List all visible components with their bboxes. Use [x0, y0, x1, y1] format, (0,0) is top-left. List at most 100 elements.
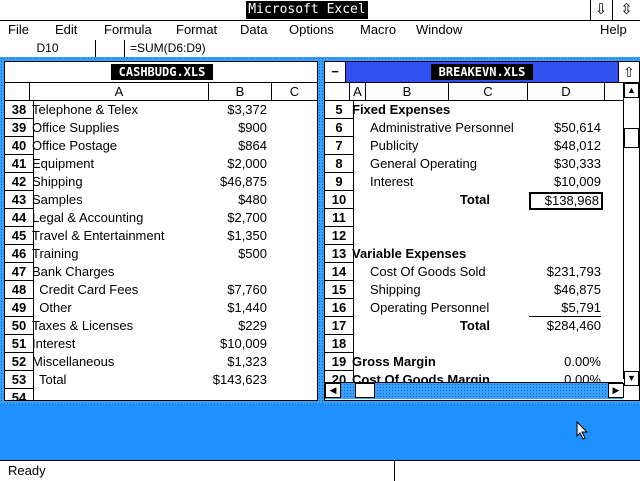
cell-d[interactable]: 0.00% [529, 353, 601, 371]
cell-d[interactable] [529, 245, 601, 263]
row-header[interactable]: 10 [325, 191, 354, 209]
cell-value[interactable]: $900 [209, 119, 267, 137]
cell-value[interactable]: $7,760 [209, 281, 267, 299]
cell-label[interactable]: Samples [32, 191, 207, 209]
menu-data[interactable]: Data [240, 21, 267, 40]
menu-edit[interactable]: Edit [55, 21, 77, 40]
menu-window[interactable]: Window [416, 21, 462, 40]
cell-d[interactable]: $46,875 [529, 281, 601, 299]
cell-label[interactable]: Interest [32, 335, 207, 353]
cell-c[interactable] [449, 155, 490, 173]
menu-formula[interactable]: Formula [104, 21, 152, 40]
cell-c[interactable] [449, 245, 490, 263]
row-header[interactable]: 40 [5, 137, 34, 155]
cell-c[interactable]: Total [449, 191, 490, 209]
cell-d[interactable] [529, 335, 601, 353]
cell-d[interactable]: $30,333 [529, 155, 601, 173]
cell-value[interactable]: $1,440 [209, 299, 267, 317]
cell-c[interactable] [449, 299, 490, 317]
cell-label[interactable]: Taxes & Licenses [32, 317, 207, 335]
cell-d[interactable]: $284,460 [529, 317, 601, 335]
cell-value[interactable] [209, 263, 267, 281]
cell-c[interactable] [449, 137, 490, 155]
row-header[interactable]: 42 [5, 173, 34, 191]
row-header[interactable]: 16 [325, 299, 354, 317]
cell-value[interactable]: $1,350 [209, 227, 267, 245]
cell-label[interactable]: Credit Card Fees [32, 281, 207, 299]
formula-input[interactable]: =SUM(D6:D9) [130, 40, 206, 57]
cell-c[interactable] [449, 173, 490, 191]
cashbudg-window[interactable]: CASHBUDG.XLS A B C 38 Telephone & Telex $3… [4, 61, 318, 401]
cell-c[interactable] [449, 353, 490, 371]
row-header[interactable]: 17 [325, 317, 354, 335]
cell-value[interactable]: $3,372 [209, 101, 267, 119]
row-header[interactable]: 41 [5, 155, 34, 173]
row-header[interactable]: 45 [5, 227, 34, 245]
scroll-left-icon[interactable]: ◀ [325, 383, 341, 398]
column-header-c[interactable]: C [272, 83, 317, 100]
cell-c[interactable] [449, 335, 490, 353]
cell-value[interactable]: $864 [209, 137, 267, 155]
cell-d[interactable] [529, 101, 601, 119]
scroll-thumb[interactable] [624, 128, 639, 148]
cell-label[interactable]: Shipping [32, 173, 207, 191]
cell-d[interactable]: $138,968 [529, 192, 603, 210]
row-header[interactable]: 9 [325, 173, 354, 191]
scroll-up-icon[interactable]: ▲ [624, 83, 639, 98]
menu-file[interactable]: File [8, 21, 29, 40]
column-header-b[interactable]: B [209, 83, 272, 100]
restore-icon[interactable]: ⇳ [612, 0, 640, 20]
cell-reference-box[interactable]: D10 [0, 40, 96, 57]
cell-value[interactable]: $143,623 [209, 371, 267, 389]
row-header[interactable]: 7 [325, 137, 354, 155]
cell-d[interactable]: $231,793 [529, 263, 601, 281]
cell-d[interactable]: $5,791 [529, 299, 601, 317]
menu-help[interactable]: Help [600, 21, 627, 40]
cell-label[interactable]: Legal & Accounting [32, 209, 207, 227]
cell-label[interactable] [32, 389, 207, 400]
cell-value[interactable]: $2,000 [209, 155, 267, 173]
cell-c[interactable] [449, 119, 490, 137]
row-header[interactable]: 15 [325, 281, 354, 299]
cell-label[interactable]: Equipment [32, 155, 207, 173]
cell-label[interactable]: Travel & Entertainment [32, 227, 207, 245]
row-header[interactable]: 54 [5, 389, 34, 400]
scroll-thumb-horizontal[interactable] [355, 383, 375, 398]
breakevn-title-bar[interactable]: − BREAKEVN.XLS ⇧ [325, 62, 639, 83]
row-header[interactable]: 50 [5, 317, 34, 335]
cell-label[interactable]: Office Postage [32, 137, 207, 155]
cell-value[interactable]: $46,875 [209, 173, 267, 191]
cell-c[interactable] [449, 101, 490, 119]
cell-value[interactable]: $1,323 [209, 353, 267, 371]
row-header[interactable]: 53 [5, 371, 34, 389]
scroll-down-icon[interactable]: ▼ [624, 371, 639, 386]
cell-label[interactable]: Telephone & Telex [32, 101, 207, 119]
window-control-menu-icon[interactable]: − [325, 62, 346, 82]
row-header[interactable]: 39 [5, 119, 34, 137]
minimize-icon[interactable]: ⇩ [590, 0, 611, 20]
row-header[interactable]: 43 [5, 191, 34, 209]
cell-value[interactable]: $480 [209, 191, 267, 209]
column-header-d[interactable]: D [528, 83, 605, 100]
column-header-a[interactable]: A [350, 83, 366, 100]
cell-value[interactable] [209, 389, 267, 400]
cell-c[interactable]: Total [449, 317, 490, 335]
row-header[interactable]: 18 [325, 335, 354, 353]
row-header[interactable]: 5 [325, 101, 354, 119]
cell-label[interactable]: Training [32, 245, 207, 263]
menu-macro[interactable]: Macro [360, 21, 396, 40]
row-header[interactable]: 14 [325, 263, 354, 281]
vertical-scrollbar[interactable]: ▲ ▼ [623, 83, 639, 386]
row-header[interactable]: 38 [5, 101, 34, 119]
row-header[interactable]: 47 [5, 263, 34, 281]
column-header-a[interactable]: A [30, 83, 209, 100]
select-all-corner[interactable] [5, 83, 30, 100]
cell-c[interactable] [449, 209, 490, 227]
cell-label[interactable]: Other [32, 299, 207, 317]
column-header-c[interactable]: C [449, 83, 528, 100]
cell-value[interactable]: $10,009 [209, 335, 267, 353]
cell-label[interactable]: Miscellaneous [32, 353, 207, 371]
cell-d[interactable]: $50,614 [529, 119, 601, 137]
row-header[interactable]: 48 [5, 281, 34, 299]
row-header[interactable]: 8 [325, 155, 354, 173]
